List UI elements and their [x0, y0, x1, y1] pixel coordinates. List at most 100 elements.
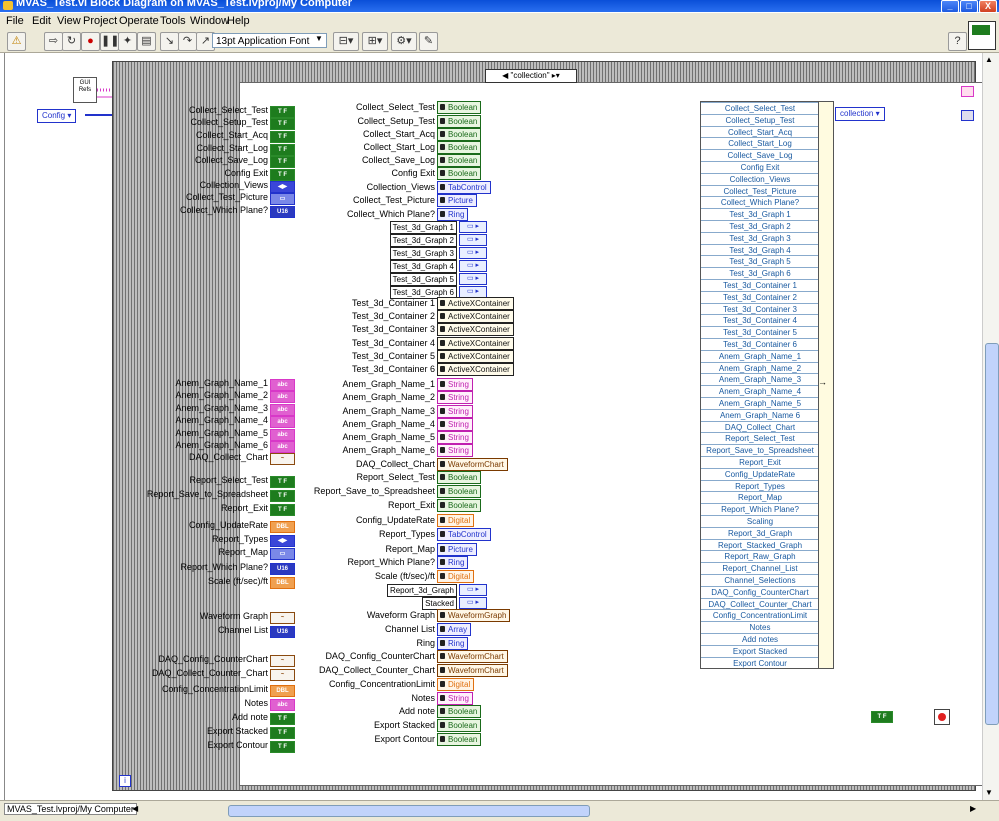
control-reference-node[interactable]: Boolean: [437, 485, 482, 498]
terminal-bool[interactable]: T F: [270, 727, 295, 739]
terminal-u16[interactable]: U16: [270, 563, 295, 575]
terminal-wave[interactable]: ~: [270, 612, 295, 624]
terminal-str[interactable]: abc: [270, 699, 295, 711]
graph-reference-label[interactable]: Test_3d_Graph 4: [389, 260, 457, 273]
highlight-execution-icon[interactable]: ✦: [118, 32, 137, 51]
graph-reference-label[interactable]: Report_3d_Graph: [386, 584, 457, 597]
vertical-scroll-thumb[interactable]: [985, 343, 999, 725]
graph-reference-node[interactable]: ▭ ▸: [459, 260, 487, 272]
terminal-bool[interactable]: T F: [270, 741, 295, 753]
block-diagram[interactable]: GUI Refs Config ▾ ◀ "collection" ▸▾ Coll…: [4, 53, 983, 800]
terminal-pic[interactable]: ▭: [270, 193, 295, 205]
control-reference-node[interactable]: Ring: [437, 208, 469, 221]
run-continuously-icon[interactable]: ↻: [62, 32, 81, 51]
terminal-str[interactable]: abc: [270, 391, 295, 403]
control-reference-node[interactable]: Ring: [437, 556, 469, 569]
menu-edit[interactable]: Edit: [32, 15, 51, 27]
scroll-right-icon[interactable]: ▶: [970, 804, 976, 813]
control-reference-node[interactable]: String: [437, 378, 473, 391]
control-reference-node[interactable]: WaveformChart: [437, 650, 508, 663]
control-reference-node[interactable]: ActiveXContainer: [437, 363, 514, 376]
true-constant[interactable]: T F: [871, 711, 893, 723]
control-reference-node[interactable]: Digital: [437, 514, 475, 527]
control-reference-node[interactable]: WaveformGraph: [437, 609, 511, 622]
terminal-bool[interactable]: T F: [270, 106, 295, 118]
control-reference-node[interactable]: ActiveXContainer: [437, 350, 514, 363]
menu-view[interactable]: View: [57, 15, 81, 27]
graph-reference-node[interactable]: ▭ ▸: [459, 247, 487, 259]
control-reference-node[interactable]: Boolean: [437, 141, 482, 154]
terminal-dbl[interactable]: DBL: [270, 521, 295, 533]
terminal-str[interactable]: abc: [270, 429, 295, 441]
graph-reference-node[interactable]: ▭ ▸: [459, 234, 487, 246]
menu-project[interactable]: Project: [83, 15, 117, 27]
control-reference-node[interactable]: Boolean: [437, 167, 482, 180]
terminal-bool[interactable]: T F: [270, 118, 295, 130]
step-over-icon[interactable]: ↷: [178, 32, 197, 51]
graph-reference-label[interactable]: Test_3d_Graph 2: [389, 234, 457, 247]
graph-reference-node[interactable]: ▭ ▸: [459, 597, 487, 609]
menu-file[interactable]: File: [6, 15, 24, 27]
terminal-bool[interactable]: T F: [270, 476, 295, 488]
control-reference-node[interactable]: String: [437, 692, 473, 705]
collection-enum-constant[interactable]: collection ▾: [835, 107, 885, 121]
retain-wire-values-icon[interactable]: ▤: [137, 32, 156, 51]
control-reference-node[interactable]: Boolean: [437, 115, 482, 128]
terminal-str[interactable]: abc: [270, 416, 295, 428]
close-button[interactable]: X: [979, 0, 997, 12]
control-reference-node[interactable]: Boolean: [437, 128, 482, 141]
menu-window[interactable]: Window: [190, 15, 229, 27]
control-reference-node[interactable]: String: [437, 405, 473, 418]
control-reference-node[interactable]: Digital: [437, 678, 475, 691]
project-path[interactable]: MVAS_Test.lvproj/My Computer: [4, 803, 137, 815]
bundle-element[interactable]: Export Contour: [701, 656, 819, 670]
menu-tools[interactable]: Tools: [160, 15, 186, 27]
terminal-str[interactable]: abc: [270, 379, 295, 391]
control-reference-node[interactable]: String: [437, 431, 473, 444]
bundle-by-name-node[interactable]: Collect_Select_Test Collect_Setup_Test Col…: [700, 101, 820, 669]
scroll-down-icon[interactable]: ▼: [985, 788, 993, 797]
control-reference-node[interactable]: Boolean: [437, 705, 482, 718]
loop-stop-terminal[interactable]: [934, 709, 950, 725]
control-reference-node[interactable]: Ring: [437, 637, 469, 650]
terminal-bool[interactable]: T F: [270, 490, 295, 502]
control-reference-node[interactable]: WaveformChart: [437, 664, 508, 677]
terminal-wave[interactable]: ~: [270, 453, 295, 465]
loop-iteration-terminal[interactable]: i: [119, 775, 131, 787]
control-reference-node[interactable]: Boolean: [437, 101, 482, 114]
terminal-pic[interactable]: ▭: [270, 548, 295, 560]
control-reference-node[interactable]: WaveformChart: [437, 458, 508, 471]
control-reference-node[interactable]: String: [437, 444, 473, 457]
case-selector-label[interactable]: ◀ "collection" ▸▾: [485, 69, 577, 83]
control-reference-node[interactable]: Picture: [437, 543, 477, 556]
control-reference-node[interactable]: ActiveXContainer: [437, 323, 514, 336]
graph-reference-node[interactable]: ▭ ▸: [459, 273, 487, 285]
config-enum-constant[interactable]: Config ▾: [37, 109, 77, 123]
warning-icon[interactable]: ⚠: [7, 32, 26, 51]
control-reference-node[interactable]: ActiveXContainer: [437, 297, 514, 310]
reorder-icon[interactable]: ⚙▾: [391, 32, 417, 51]
control-reference-node[interactable]: Array: [437, 623, 472, 636]
control-reference-node[interactable]: TabControl: [437, 181, 491, 194]
terminal-enum[interactable]: ◀▶: [270, 181, 295, 193]
control-reference-node[interactable]: String: [437, 418, 473, 431]
terminal-dbl[interactable]: DBL: [270, 685, 295, 697]
abort-icon[interactable]: ●: [81, 32, 100, 51]
terminal-bool[interactable]: T F: [270, 504, 295, 516]
pause-icon[interactable]: ❚❚: [100, 32, 119, 51]
control-reference-node[interactable]: Boolean: [437, 154, 482, 167]
align-objects-icon[interactable]: ⊟▾: [333, 32, 359, 51]
terminal-u16[interactable]: U16: [270, 206, 295, 218]
terminal-str[interactable]: abc: [270, 404, 295, 416]
distribute-objects-icon[interactable]: ⊞▾: [362, 32, 388, 51]
control-reference-node[interactable]: ActiveXContainer: [437, 310, 514, 323]
step-into-icon[interactable]: ↘: [160, 32, 179, 51]
terminal-u16[interactable]: U16: [270, 626, 295, 638]
graph-reference-label[interactable]: Test_3d_Graph 5: [389, 273, 457, 286]
terminal-bool[interactable]: T F: [270, 169, 295, 181]
terminal-bool[interactable]: T F: [270, 144, 295, 156]
graph-reference-label[interactable]: Test_3d_Graph 1: [389, 221, 457, 234]
graph-reference-node[interactable]: ▭ ▸: [459, 584, 487, 596]
terminal-wave[interactable]: ~: [270, 655, 295, 667]
terminal-bool[interactable]: T F: [270, 156, 295, 168]
